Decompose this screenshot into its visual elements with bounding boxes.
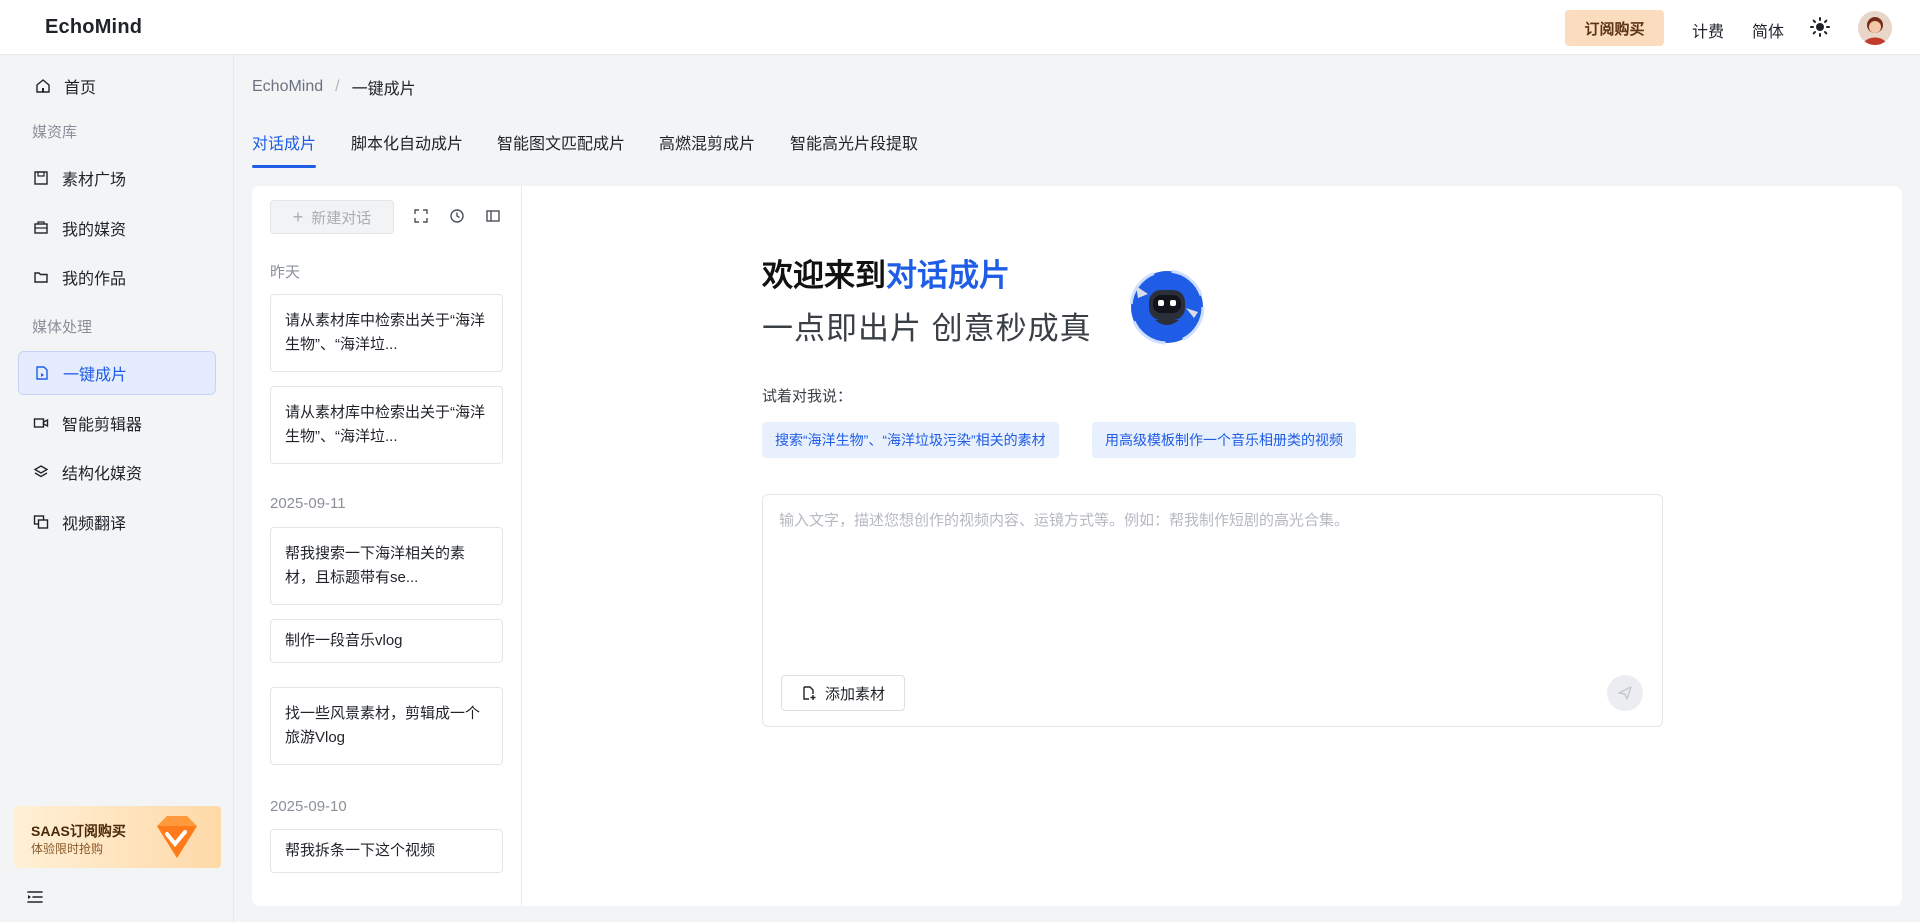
promo-subtitle: 体验限时抢购: [31, 842, 104, 856]
breadcrumb-separator: /: [335, 78, 340, 95]
new-chat-button[interactable]: + 新建对话: [270, 200, 394, 234]
sidebar-item-video-translate[interactable]: 视频翻译: [18, 500, 216, 544]
tab-dialog[interactable]: 对话成片: [252, 130, 317, 168]
translate-icon: [32, 513, 50, 531]
history-date: 2025-09-11: [270, 495, 346, 512]
robot-mascot-icon: [1124, 264, 1210, 350]
conversation-item[interactable]: 请从素材库中检索出关于“海洋生物”、“海洋垃...: [270, 386, 503, 464]
sidebar-item-label: 智能剪辑器: [62, 417, 143, 434]
file-video-icon: [33, 364, 51, 382]
history-clock-icon[interactable]: [449, 208, 467, 226]
conversation-item[interactable]: 帮我拆条一下这个视频: [270, 829, 503, 873]
add-material-label: 添加素材: [824, 685, 885, 703]
language-switch[interactable]: 简体: [1752, 18, 1784, 42]
layers-icon: [32, 463, 50, 481]
send-icon: [1618, 686, 1632, 700]
dialog-panel: + 新建对话 昨天 请从素材库中检索出关于“海洋生物”、“海洋垃... 请从素材…: [252, 186, 1902, 906]
folder-icon: [32, 268, 50, 286]
history-date: 2025-09-10: [270, 798, 347, 815]
try-label: 试着对我说：: [762, 388, 853, 405]
sidebar-item-label: 我的媒资: [62, 222, 127, 239]
home-icon: [34, 77, 52, 95]
sidebar-item-label: 结构化媒资: [62, 466, 143, 483]
sidebar-item-label: 首页: [64, 80, 97, 97]
welcome-title-prefix: 欢迎来到: [762, 258, 886, 293]
sidebar-item-label: 一键成片: [63, 367, 128, 384]
tab-image-text-match[interactable]: 智能图文匹配成片: [497, 130, 625, 168]
tab-hype-mix[interactable]: 高燃混剪成片: [659, 130, 755, 168]
conversation-item[interactable]: 制作一段音乐vlog: [270, 619, 503, 663]
sidebar-item-structured-assets[interactable]: 结构化媒资: [18, 450, 216, 494]
conversation-item[interactable]: 帮我搜索一下海洋相关的素材，且标题带有se...: [270, 527, 503, 605]
sidebar-item-label: 视频翻译: [62, 516, 127, 533]
suggestion-chip[interactable]: 用高级模板制作一个音乐相册类的视频: [1092, 422, 1356, 458]
nav-group-library: 媒资库: [32, 124, 78, 141]
plus-icon: +: [292, 206, 304, 227]
sidebar-item-label: 我的作品: [62, 271, 127, 288]
sidebar-item-material-plaza[interactable]: 素材广场: [18, 156, 216, 200]
sidebar-item-my-assets[interactable]: 我的媒资: [18, 206, 216, 250]
breadcrumb: EchoMind / 一键成片: [252, 75, 416, 99]
prompt-composer: 添加素材: [762, 494, 1663, 727]
user-avatar[interactable]: [1858, 11, 1892, 45]
sidebar-toggle-icon[interactable]: [485, 208, 503, 226]
sidebar-item-home[interactable]: 首页: [20, 64, 218, 108]
video-camera-icon: [32, 414, 50, 432]
welcome-subtitle: 一点即出片 创意秒成真: [762, 311, 1092, 346]
diamond-icon: [157, 816, 197, 858]
new-chat-label: 新建对话: [311, 209, 372, 227]
history-date: 昨天: [270, 264, 301, 281]
conversation-item[interactable]: 请从素材库中检索出关于“海洋生物”、“海洋垃...: [270, 294, 503, 372]
welcome-title: 欢迎来到对话成片: [762, 250, 1092, 295]
breadcrumb-current: 一键成片: [351, 81, 416, 98]
sidebar-item-one-click[interactable]: 一键成片: [18, 351, 216, 395]
tab-scripted[interactable]: 脚本化自动成片: [351, 130, 463, 168]
sun-icon[interactable]: [1809, 16, 1831, 38]
billing-link[interactable]: 计费: [1692, 18, 1724, 42]
suggestion-chip[interactable]: 搜索“海洋生物”、“海洋垃圾污染”相关的素材: [762, 422, 1059, 458]
conversation-item[interactable]: 找一些风景素材，剪辑成一个旅游Vlog: [270, 687, 503, 765]
file-add-icon: [803, 686, 816, 700]
add-material-button[interactable]: 添加素材: [781, 675, 905, 711]
prompt-input[interactable]: [779, 509, 1639, 659]
conversation-history: + 新建对话 昨天 请从素材库中检索出关于“海洋生物”、“海洋垃... 请从素材…: [252, 186, 522, 906]
welcome-block: 欢迎来到对话成片 一点即出片 创意秒成真: [762, 250, 1092, 348]
breadcrumb-root[interactable]: EchoMind: [252, 78, 323, 96]
sidebar-item-label: 素材广场: [62, 172, 127, 189]
send-button[interactable]: [1607, 675, 1643, 711]
collapse-sidebar-icon[interactable]: [26, 888, 44, 906]
brand-logo[interactable]: EchoMind: [45, 16, 142, 39]
tab-highlight-extract[interactable]: 智能高光片段提取: [790, 130, 918, 168]
top-bar: EchoMind 订阅购买 计费 简体: [0, 0, 1920, 55]
nav-group-processing: 媒体处理: [32, 319, 93, 336]
sidebar-item-smart-editor[interactable]: 智能剪辑器: [18, 401, 216, 445]
sidebar: 首页 媒资库 素材广场 我的媒资 我的作品 媒体处理 一键成片 智能剪辑器 结构…: [0, 55, 234, 922]
save-icon: [32, 169, 50, 187]
archive-icon: [32, 219, 50, 237]
promo-banner[interactable]: SAAS订阅购买 体验限时抢购: [14, 806, 221, 868]
sidebar-item-my-works[interactable]: 我的作品: [18, 255, 216, 299]
fullscreen-icon[interactable]: [413, 208, 431, 226]
welcome-title-accent: 对话成片: [886, 258, 1010, 293]
subscribe-button[interactable]: 订阅购买: [1565, 10, 1664, 46]
promo-title: SAAS订阅购买: [31, 823, 126, 839]
